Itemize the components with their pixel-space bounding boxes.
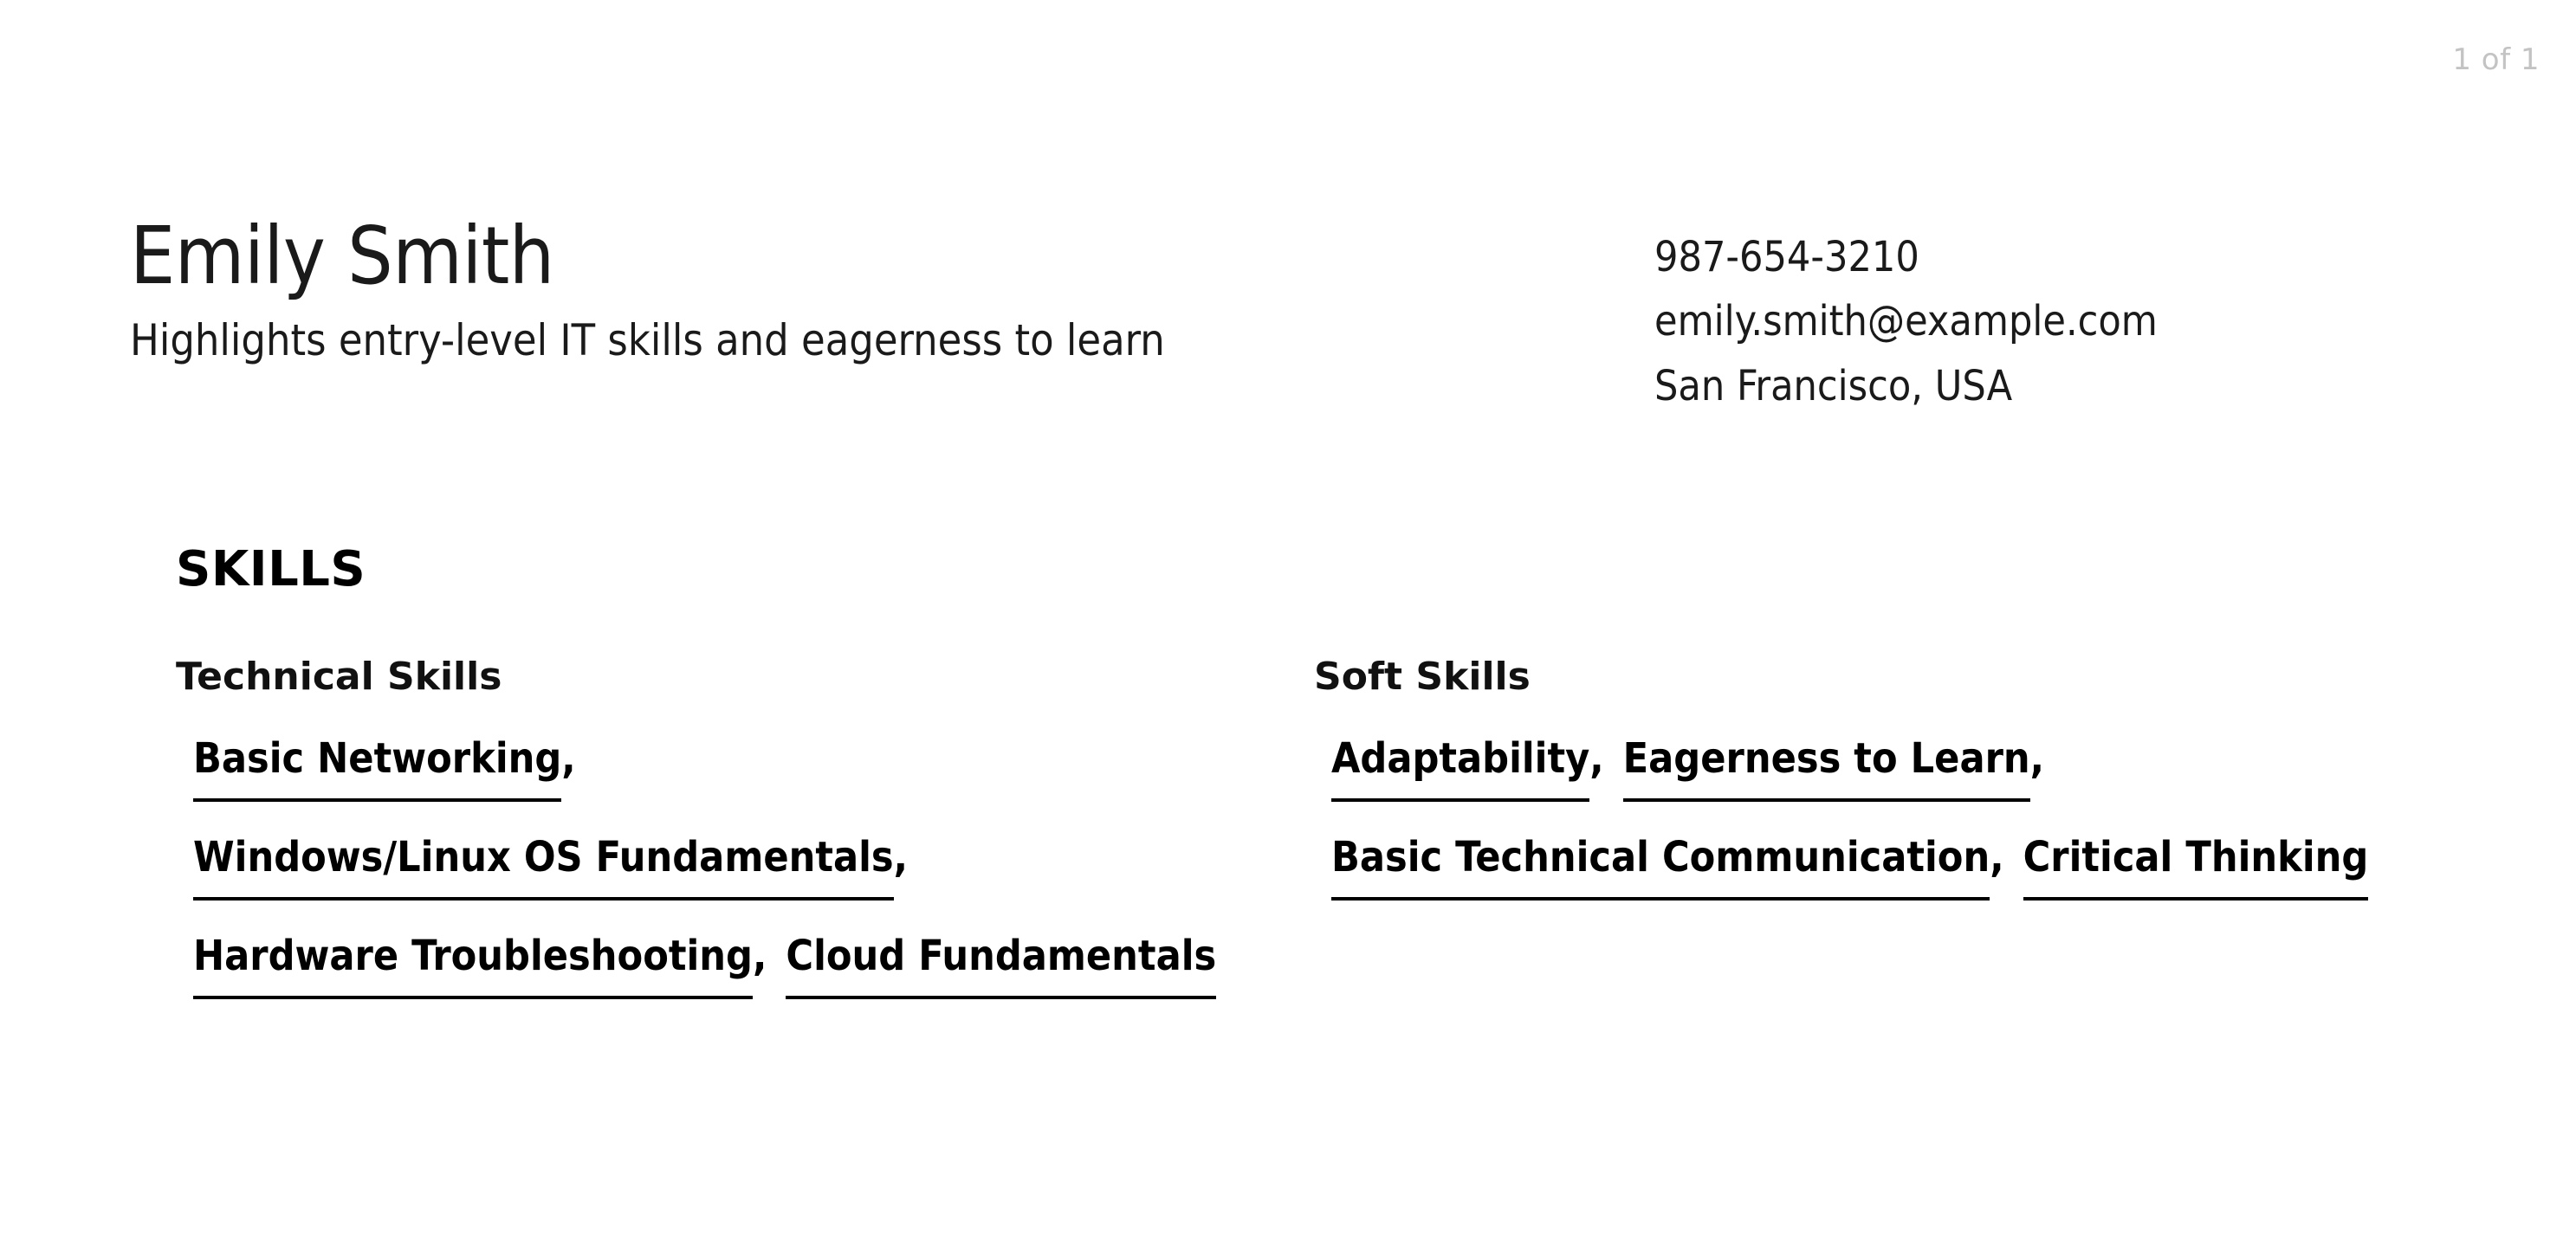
candidate-tagline: Highlights entry-level IT skills and eag… <box>130 314 1165 365</box>
skills-column-technical: Technical Skills Basic Networking, Window… <box>176 658 1314 999</box>
contact-location: San Francisco, USA <box>1654 361 2013 410</box>
skill-tag-label: Eagerness to Learn <box>1622 727 2030 802</box>
skill-tag-separator: , <box>1589 734 1604 783</box>
skill-tag-label: Basic Technical Communication <box>1331 826 1990 901</box>
skills-subheading-technical: Technical Skills <box>176 655 502 699</box>
skill-tag: Eagerness to Learn, <box>1622 727 2045 802</box>
skill-tag-separator: , <box>752 932 767 980</box>
skill-tag-label: Hardware Troubleshooting <box>193 925 753 999</box>
contact-phone: 987-654-3210 <box>1654 233 1919 281</box>
contact-block: 987-654-3210 emily.smith@example.com San… <box>1654 215 2158 410</box>
skill-tag-label: Basic Networking <box>193 727 562 802</box>
skill-tag: Hardware Troubleshooting, <box>193 925 767 999</box>
skill-tag-separator: , <box>1990 833 2004 881</box>
header-identity-block: Emily Smith Highlights entry-level IT sk… <box>130 210 1654 365</box>
skills-column-soft: Soft Skills Adaptability, Eagerness to Le… <box>1314 658 2466 901</box>
skill-tag-label: Windows/Linux OS Fundamentals <box>193 826 894 901</box>
skill-tag: Cloud Fundamentals <box>786 925 1217 999</box>
skills-section: SKILLS Technical Skills Basic Networking… <box>176 545 2515 999</box>
skills-columns: Technical Skills Basic Networking, Window… <box>176 658 2515 999</box>
section-title-skills: SKILLS <box>176 541 366 597</box>
skill-tag-separator: , <box>561 734 576 783</box>
skill-tag-separator: , <box>2029 734 2045 783</box>
candidate-name: Emily Smith <box>130 210 554 302</box>
skill-tag: Basic Technical Communication, <box>1331 826 2004 901</box>
skills-subheading-soft: Soft Skills <box>1314 655 1531 699</box>
skill-tag-label: Cloud Fundamentals <box>786 925 1217 999</box>
skill-tag-label: Critical Thinking <box>2023 826 2369 901</box>
contact-email: emily.smith@example.com <box>1654 297 2158 346</box>
skill-tag-list-soft: Adaptability, Eagerness to Learn, Basic Te… <box>1314 727 2466 901</box>
skill-tag: Critical Thinking <box>2023 826 2369 901</box>
resume-header: Emily Smith Highlights entry-level IT sk… <box>130 210 2469 410</box>
resume-page: 1 of 1 Emily Smith Highlights entry-leve… <box>0 0 2576 1233</box>
skill-tag-label: Adaptability <box>1331 727 1590 802</box>
skill-tag: Windows/Linux OS Fundamentals, <box>193 826 908 901</box>
skill-tag: Basic Networking, <box>193 727 576 802</box>
skill-tag-separator: , <box>893 833 909 881</box>
skill-tag: Adaptability, <box>1331 727 1604 802</box>
skill-tag-list-technical: Basic Networking, Windows/Linux OS Fundam… <box>176 727 1314 999</box>
page-indicator: 1 of 1 <box>2452 42 2540 77</box>
